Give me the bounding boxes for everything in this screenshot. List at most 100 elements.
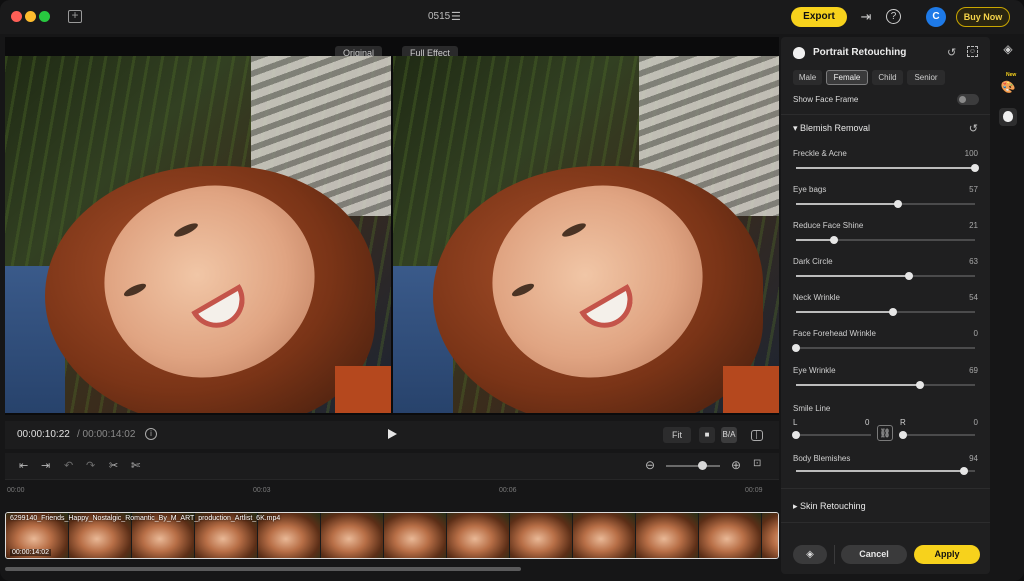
- app-window: + 0515 ☰ Export ⇥ ? C Buy Now Original F…: [0, 0, 1024, 581]
- slider-knob[interactable]: [894, 200, 903, 208]
- share-icon[interactable]: ⇥: [858, 9, 874, 25]
- export-button[interactable]: Export: [791, 7, 847, 27]
- buy-now-button[interactable]: Buy Now: [956, 7, 1010, 27]
- panel-title: Portrait Retouching: [813, 47, 907, 58]
- minimize-window-button[interactable]: [25, 11, 36, 22]
- transport-bar: 00:00:10:22 / 00:00:14:02 i Fit ■ B/A │: [5, 421, 779, 449]
- skin-retouching-header[interactable]: ▸ Skin Retouching: [793, 501, 866, 512]
- timeline-scrollbar[interactable]: [5, 567, 521, 571]
- slider-value: 100: [964, 149, 978, 158]
- slider-label: Freckle & Acne: [793, 149, 847, 158]
- slider-knob[interactable]: [829, 236, 838, 244]
- split-view-icon[interactable]: │: [751, 430, 763, 441]
- undo-icon[interactable]: ↶: [64, 459, 73, 472]
- list-icon[interactable]: ☰: [451, 10, 461, 23]
- effect-image: [393, 56, 779, 413]
- slider-knob[interactable]: [888, 308, 897, 316]
- gender-male-tab[interactable]: Male: [793, 70, 822, 85]
- avatar[interactable]: C: [926, 7, 946, 27]
- slider-value: 63: [969, 257, 978, 266]
- close-window-button[interactable]: [11, 11, 22, 22]
- smile-right-label: R: [900, 418, 906, 427]
- slider-knob[interactable]: [915, 381, 924, 389]
- timeline-ruler[interactable]: 00:00 00:03 00:06 00:09: [5, 479, 779, 509]
- slider-label: Face Forehead Wrinkle: [793, 329, 876, 338]
- split-scissors-icon[interactable]: ✂: [109, 459, 118, 472]
- smile-left-label: L: [793, 418, 798, 427]
- slider-value: 69: [969, 366, 978, 375]
- portrait-retouching-panel: Portrait Retouching ↺ ☺ Male Female Chil…: [781, 37, 990, 574]
- portrait-tool-icon[interactable]: [999, 108, 1017, 126]
- portrait-icon: [793, 47, 805, 59]
- tool-strip: ◈ New 🎨: [992, 37, 1024, 574]
- gender-senior-tab[interactable]: Senior: [907, 70, 945, 85]
- trim-end-icon[interactable]: ⇥: [41, 459, 50, 472]
- fit-button[interactable]: Fit: [663, 427, 691, 443]
- zoom-in-icon[interactable]: ⊕: [731, 458, 741, 472]
- slider-value: 94: [969, 454, 978, 463]
- retouch-slider[interactable]: [796, 308, 975, 316]
- slider-label: Eye Wrinkle: [793, 366, 836, 375]
- layers-icon[interactable]: ◈: [999, 40, 1017, 58]
- link-icon[interactable]: ⛓: [877, 425, 893, 441]
- cancel-button[interactable]: Cancel: [841, 545, 907, 564]
- play-icon[interactable]: [388, 429, 397, 439]
- smile-right-slider[interactable]: [899, 431, 975, 439]
- redo-icon[interactable]: ↷: [86, 459, 95, 472]
- gender-child-tab[interactable]: Child: [872, 70, 903, 85]
- caret-right-icon: ▸: [793, 501, 801, 511]
- fit-timeline-icon[interactable]: ⊡: [753, 458, 761, 469]
- body-blemishes-slider[interactable]: [796, 467, 975, 475]
- trim-start-icon[interactable]: ⇤: [19, 459, 28, 472]
- apply-button[interactable]: Apply: [914, 545, 980, 564]
- section-title: Blemish Removal: [800, 123, 871, 133]
- project-name[interactable]: 0515: [428, 11, 450, 22]
- slider-value: 21: [969, 221, 978, 230]
- section-title: Skin Retouching: [800, 501, 866, 511]
- slider-label: Neck Wrinkle: [793, 293, 840, 302]
- retouch-slider[interactable]: [792, 344, 975, 352]
- zoom-window-button[interactable]: [39, 11, 50, 22]
- compare-view-button[interactable]: B/A: [721, 427, 737, 443]
- total-timecode: / 00:00:14:02: [77, 429, 136, 440]
- blemish-removal-header[interactable]: ▾ Blemish Removal: [793, 123, 870, 134]
- slider-label: Dark Circle: [793, 257, 833, 266]
- current-timecode: 00:00:10:22: [17, 429, 70, 440]
- show-face-frame-toggle[interactable]: [957, 94, 979, 105]
- slider-value: 54: [969, 293, 978, 302]
- original-image: [5, 56, 391, 413]
- smile-right-value: 0: [973, 418, 978, 427]
- retouch-slider[interactable]: [796, 272, 975, 280]
- zoom-out-icon[interactable]: ⊖: [645, 458, 655, 472]
- preview-area: Original Full Effect: [5, 37, 779, 415]
- show-face-frame-label: Show Face Frame: [793, 95, 859, 104]
- slider-value: 0: [973, 329, 978, 338]
- ruler-mark: 00:06: [499, 487, 517, 494]
- palette-icon[interactable]: 🎨: [999, 78, 1017, 96]
- slider-label: Eye bags: [793, 185, 827, 194]
- info-icon[interactable]: i: [145, 428, 157, 440]
- ruler-mark: 00:00: [7, 487, 25, 494]
- layers-button[interactable]: ◈: [793, 545, 827, 564]
- slider-knob[interactable]: [904, 272, 913, 280]
- gender-female-tab[interactable]: Female: [826, 70, 868, 85]
- timeline-toolbar: ⇤ ⇥ ↶ ↷ ✂ ✄ ⊖ ⊕ ⊡: [5, 453, 779, 479]
- reset-all-icon[interactable]: ↺: [947, 46, 956, 59]
- help-icon[interactable]: ?: [886, 9, 901, 24]
- slider-knob[interactable]: [971, 164, 979, 172]
- smile-left-slider[interactable]: [792, 431, 871, 439]
- slider-knob[interactable]: [792, 344, 800, 352]
- retouch-slider[interactable]: [796, 381, 975, 389]
- new-project-icon[interactable]: +: [68, 9, 82, 23]
- single-view-icon[interactable]: ■: [699, 427, 715, 443]
- reset-section-icon[interactable]: ↺: [969, 122, 978, 135]
- retouch-slider[interactable]: [796, 236, 975, 244]
- video-clip[interactable]: 6299140_Friends_Happy_Nostalgic_Romantic…: [5, 512, 779, 559]
- zoom-slider-knob[interactable]: [697, 461, 707, 470]
- delete-scissors-icon[interactable]: ✄: [131, 459, 140, 472]
- zoom-slider[interactable]: [666, 465, 720, 467]
- slider-value: 57: [969, 185, 978, 194]
- retouch-slider[interactable]: [796, 200, 975, 208]
- retouch-slider[interactable]: [796, 164, 979, 172]
- face-detect-icon[interactable]: ☺: [967, 46, 978, 57]
